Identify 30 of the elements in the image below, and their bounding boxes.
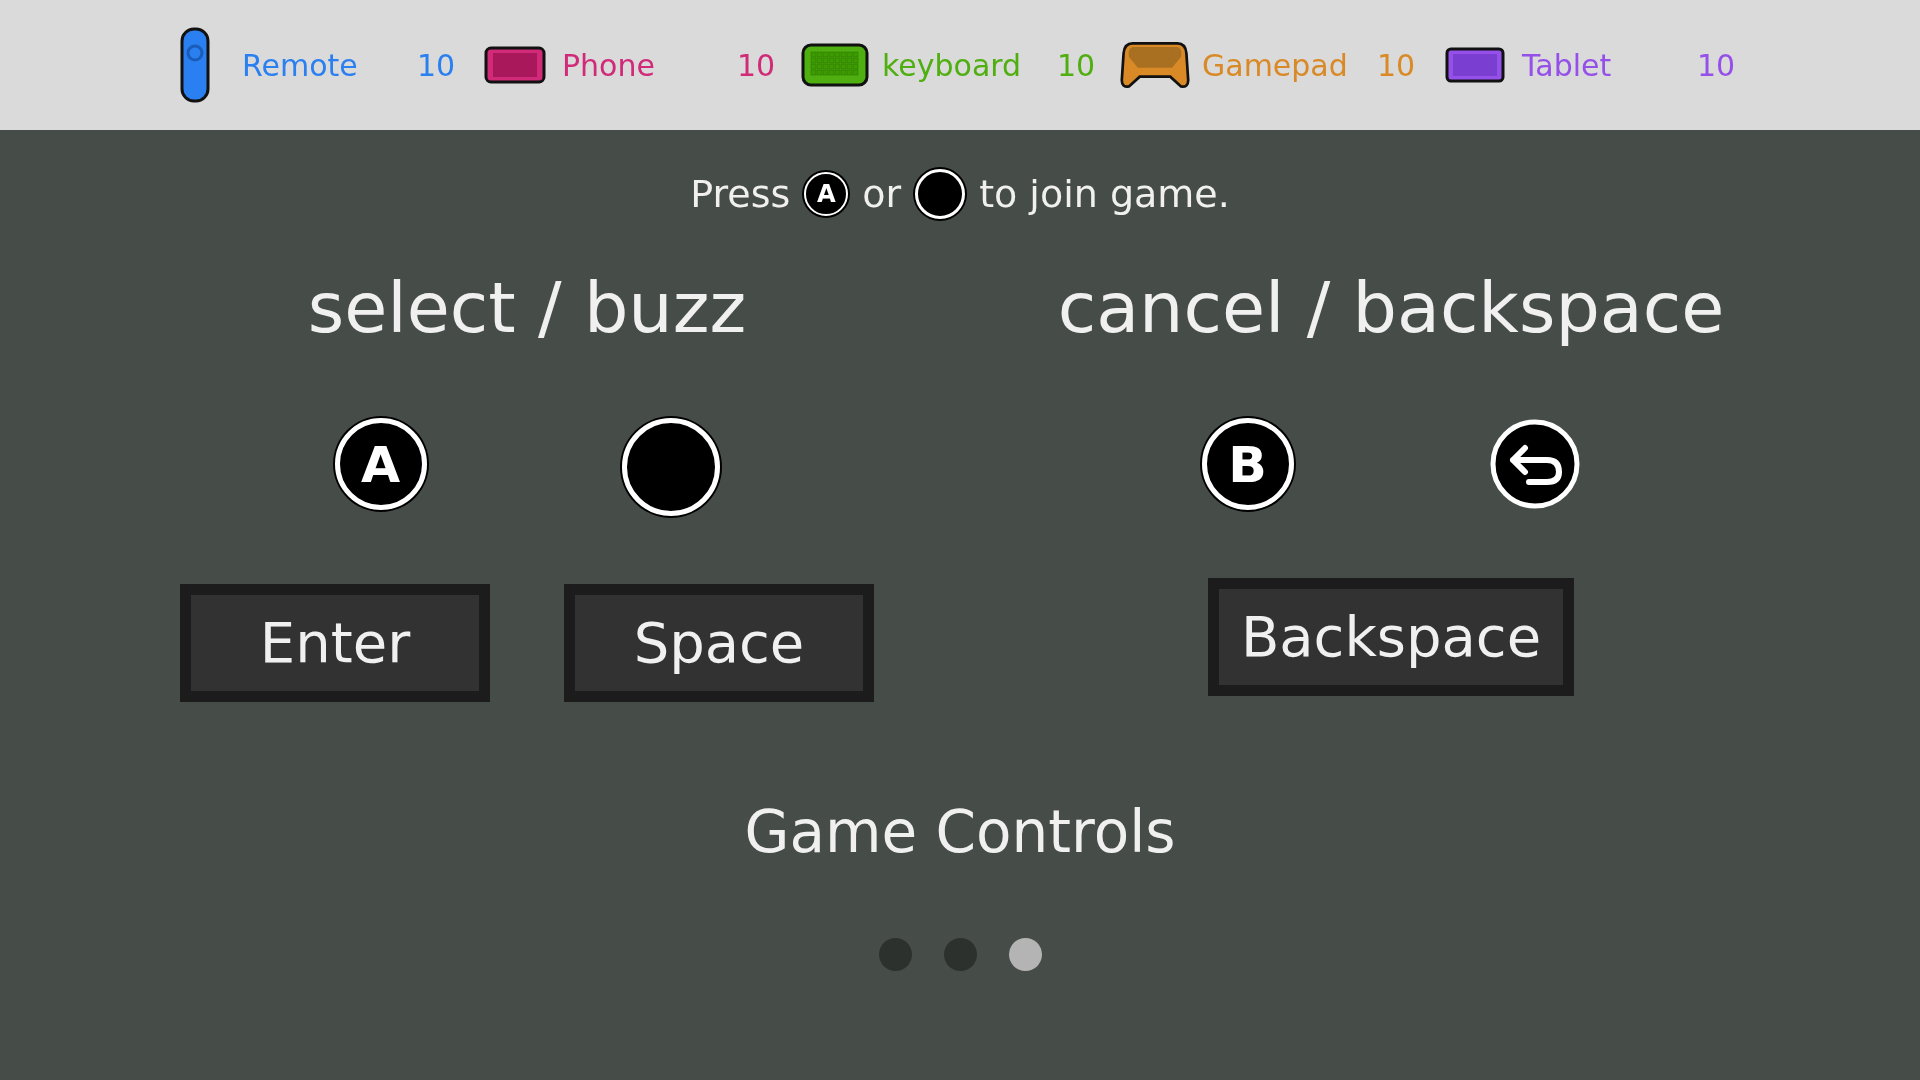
- device-name: Phone: [562, 47, 656, 83]
- phone-icon: [484, 46, 546, 84]
- device-count: 10: [417, 47, 456, 83]
- keyboard-key: Backspace: [1207, 578, 1575, 696]
- device-name: Gamepad: [1202, 47, 1349, 83]
- device-count: 10: [1057, 47, 1096, 83]
- device-name: keyboard: [882, 47, 1023, 83]
- page-dot[interactable]: [943, 938, 977, 971]
- button-glyph: B: [1201, 418, 1294, 510]
- prompt-text: or: [862, 172, 902, 216]
- prompt-text: to join game.: [979, 172, 1230, 216]
- keyboard-icon: [801, 43, 869, 87]
- action-title: cancel / backspace: [1057, 266, 1725, 351]
- tablet-icon: [1445, 47, 1505, 83]
- page-dot[interactable]: [1008, 938, 1042, 971]
- device-name: Remote: [242, 47, 359, 83]
- device-count: 10: [1697, 47, 1736, 83]
- action-title: select / buzz: [307, 266, 747, 351]
- page-title: Game Controls: [744, 798, 1176, 866]
- circle-button-icon: [915, 169, 966, 219]
- keyboard-key: Enter: [180, 584, 490, 702]
- device-count: 10: [1377, 47, 1416, 83]
- prompt-text: Press: [690, 172, 791, 216]
- keyboard-key: Space: [564, 584, 874, 702]
- remote-icon: [180, 27, 210, 103]
- page-dot[interactable]: [878, 938, 912, 971]
- device-name: Tablet: [1522, 47, 1613, 83]
- button-glyph: A: [804, 172, 849, 216]
- button-glyph: A: [334, 418, 427, 510]
- device-count: 10: [737, 47, 776, 83]
